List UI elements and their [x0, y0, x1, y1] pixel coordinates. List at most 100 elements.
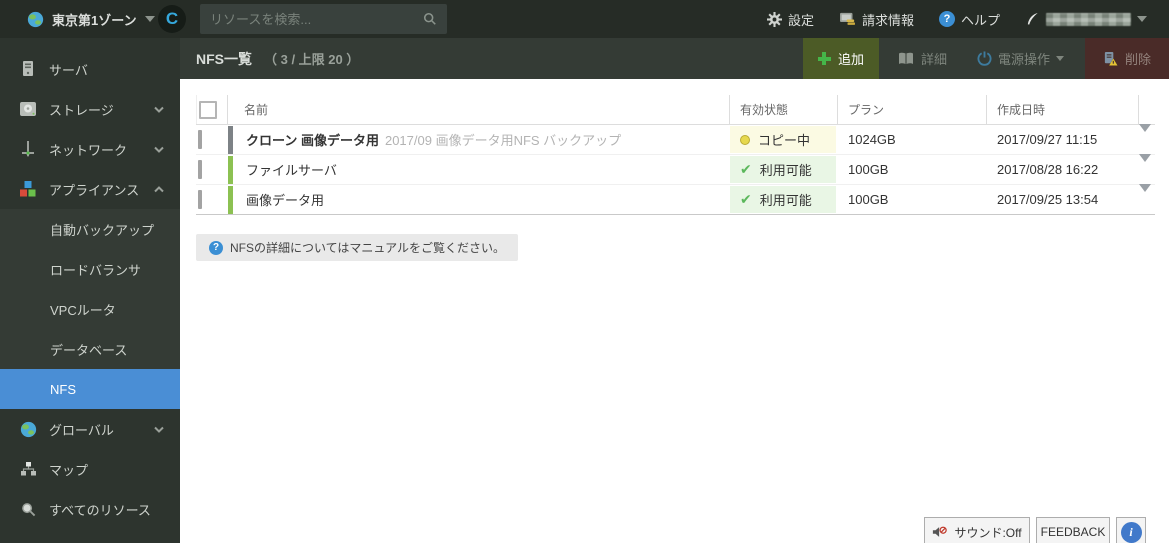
zone-selector[interactable]: 東京第1ゾーン	[0, 10, 155, 29]
nfs-table: 名前 有効状態 プラン 作成日時 クローン 画像データ用 2017/09 画像デー…	[196, 95, 1155, 215]
sidebar-subitem-vpc-router[interactable]: VPCルータ	[0, 289, 180, 329]
delete-button[interactable]: 削除	[1084, 38, 1169, 79]
status-badge: コピー中	[730, 126, 836, 153]
resource-count: （ 3 / 上限 20 ）	[264, 52, 360, 67]
sidebar-item-global[interactable]: グローバル	[0, 409, 180, 449]
delete-button-label: 削除	[1124, 52, 1151, 67]
plan-value: 100GB	[848, 162, 889, 177]
search-input[interactable]	[210, 11, 423, 27]
row-checkbox[interactable]	[198, 130, 202, 149]
table-row[interactable]: クローン 画像データ用 2017/09 画像データ用NFS バックアップ コピー中…	[196, 124, 1155, 155]
chevron-down-icon	[154, 106, 164, 113]
chevron-down-icon	[144, 16, 155, 22]
account-menu[interactable]	[1017, 12, 1155, 27]
search-icon	[423, 12, 437, 26]
check-icon: ✔	[740, 191, 752, 207]
network-icon	[18, 141, 38, 157]
status-label: コピー中	[758, 133, 811, 148]
sidebar-item-all-resources[interactable]: すべてのリソース	[0, 489, 180, 529]
sidebar-item-storage[interactable]: ストレージ	[0, 89, 180, 129]
created-value: 2017/09/27 11:15	[997, 132, 1098, 147]
power-button-label: 電源操作	[997, 52, 1050, 67]
sound-toggle-button[interactable]: サウンド:Off	[924, 517, 1030, 543]
settings-label: 設定	[787, 12, 814, 28]
sidebar-item-label: サーバ	[49, 62, 88, 78]
detail-button-label: 詳細	[920, 52, 947, 67]
sidebar-subitem-load-balancer[interactable]: ロードバランサ	[0, 249, 180, 289]
help-icon: ?	[938, 11, 955, 27]
zone-label: 東京第1ゾーン	[52, 12, 137, 28]
search-icon	[18, 502, 38, 517]
add-button[interactable]: 追加	[802, 38, 879, 79]
sound-toggle-label: サウンド:Off	[954, 525, 1022, 540]
row-menu-button[interactable]	[1139, 124, 1151, 147]
sidebar-item-label: すべてのリソース	[49, 502, 151, 518]
row-menu-button[interactable]	[1139, 184, 1151, 207]
sidebar-subitem-database[interactable]: データベース	[0, 329, 180, 369]
sidebar-subitem-nfs[interactable]: NFS	[0, 369, 180, 409]
page-header: NFS一覧 （ 3 / 上限 20 ） 追加 詳細 電源操作 削除	[180, 38, 1169, 79]
row-state-bar	[228, 155, 233, 184]
status-label: 利用可能	[759, 193, 812, 208]
chevron-down-icon	[154, 426, 164, 433]
row-checkbox[interactable]	[198, 190, 202, 209]
check-icon: ✔	[740, 161, 752, 177]
created-value: 2017/09/25 13:54	[997, 192, 1099, 207]
power-button[interactable]: 電源操作	[962, 38, 1079, 79]
plan-value: 1024GB	[848, 132, 896, 147]
settings-menu[interactable]: 設定	[759, 10, 822, 29]
info-bar: ? NFSの詳細についてはマニュアルをご覧ください。	[196, 234, 519, 261]
add-button-label: 追加	[837, 52, 864, 67]
help-menu[interactable]: ? ヘルプ	[931, 10, 1008, 29]
feedback-button[interactable]: FEEDBACK	[1036, 517, 1110, 543]
globe-icon	[27, 11, 44, 28]
sidebar-subitem-auto-backup[interactable]: 自動バックアップ	[0, 209, 180, 249]
sidebar-item-network[interactable]: ネットワーク	[0, 129, 180, 169]
info-bar-text: NFSの詳細についてはマニュアルをご覧ください。	[230, 241, 506, 255]
power-icon	[977, 51, 992, 66]
billing-label: 請求情報	[861, 12, 914, 28]
status-label: 利用可能	[759, 163, 812, 178]
sidebar-item-label: アプライアンス	[49, 182, 140, 198]
table-row[interactable]: ファイルサーバ ✔ 利用可能 100GB 2017/08/28 16:22	[196, 154, 1155, 185]
column-header-plan: プラン	[838, 95, 987, 124]
billing-menu[interactable]: 請求情報	[831, 10, 922, 29]
column-header-name: 名前	[234, 95, 730, 124]
select-all-checkbox[interactable]	[199, 100, 217, 119]
status-badge: ✔ 利用可能	[730, 156, 836, 183]
resource-name-suffix: 2017/09 画像データ用NFS バックアップ	[384, 133, 622, 148]
status-badge: ✔ 利用可能	[730, 186, 836, 213]
pen-icon	[1025, 12, 1040, 27]
chevron-up-icon	[154, 185, 164, 193]
table-row[interactable]: 画像データ用 ✔ 利用可能 100GB 2017/09/25 13:54	[196, 184, 1155, 215]
user-name-redacted	[1046, 12, 1131, 26]
chevron-down-icon	[154, 146, 164, 153]
app-logo[interactable]: C	[158, 5, 186, 33]
row-menu-button[interactable]	[1139, 154, 1151, 177]
row-checkbox[interactable]	[198, 160, 202, 179]
resource-name: ファイルサーバ	[246, 163, 337, 178]
main-content: 名前 有効状態 プラン 作成日時 クローン 画像データ用 2017/09 画像デー…	[180, 79, 1169, 543]
sidebar-item-map[interactable]: マップ	[0, 449, 180, 489]
page-title: NFS一覧	[196, 50, 252, 67]
sitemap-icon	[18, 462, 38, 476]
created-value: 2017/08/28 16:22	[997, 162, 1099, 177]
row-state-bar	[228, 125, 233, 154]
column-header-status: 有効状態	[730, 95, 838, 124]
info-icon: i	[1120, 521, 1142, 543]
topbar: 東京第1ゾーン C 設定 請求情報 ? ヘルプ	[0, 0, 1169, 38]
plan-value: 100GB	[848, 192, 889, 207]
appliance-submenu: 自動バックアップ ロードバランサ VPCルータ データベース NFS	[0, 209, 180, 409]
sidebar-item-server[interactable]: サーバ	[0, 49, 180, 89]
server-icon	[18, 61, 38, 77]
help-icon: ?	[209, 240, 223, 255]
globe-icon	[18, 421, 38, 438]
sidebar-item-label: マップ	[49, 462, 89, 478]
copying-dot-icon	[740, 134, 750, 145]
assistant-help-button[interactable]: i	[1116, 517, 1146, 543]
sidebar-item-appliance[interactable]: アプライアンス	[0, 169, 180, 209]
column-header-created: 作成日時	[987, 95, 1139, 124]
sidebar-item-label: ストレージ	[49, 102, 114, 118]
sidebar: サーバ ストレージ ネットワーク アプライアンス 自動バックアップ ロードバラン…	[0, 38, 180, 543]
detail-button[interactable]: 詳細	[883, 38, 962, 79]
